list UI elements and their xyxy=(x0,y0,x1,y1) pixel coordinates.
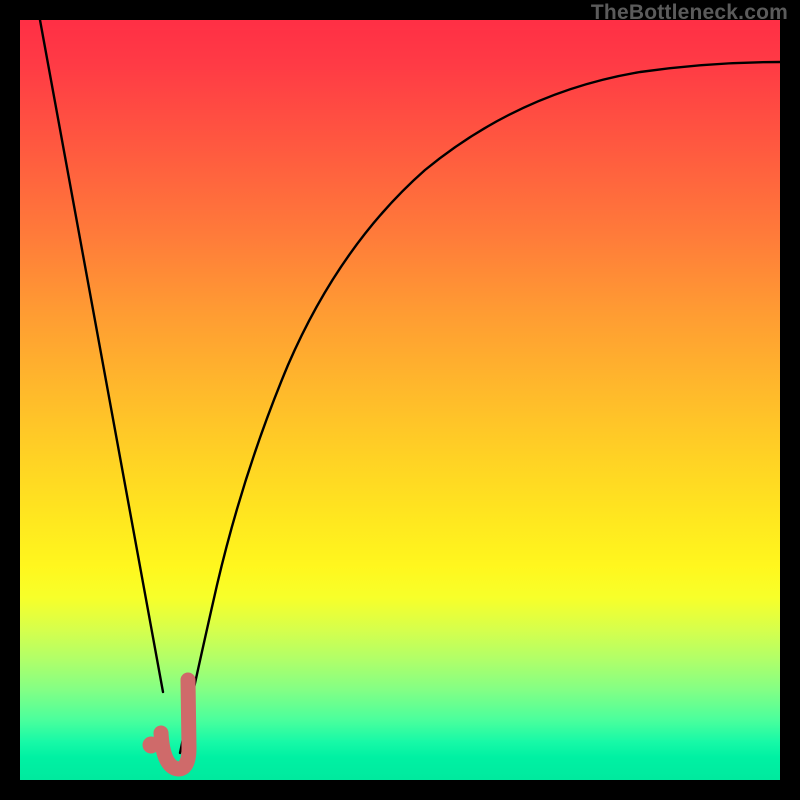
bottleneck-curve xyxy=(20,20,780,780)
optimum-marker-dot xyxy=(143,737,160,754)
plot-area xyxy=(20,20,780,780)
optimum-marker-j xyxy=(161,680,189,769)
curve-right-branch xyxy=(180,62,780,753)
curve-left-branch xyxy=(40,20,163,692)
chart-frame: TheBottleneck.com xyxy=(0,0,800,800)
watermark-text: TheBottleneck.com xyxy=(591,1,788,25)
